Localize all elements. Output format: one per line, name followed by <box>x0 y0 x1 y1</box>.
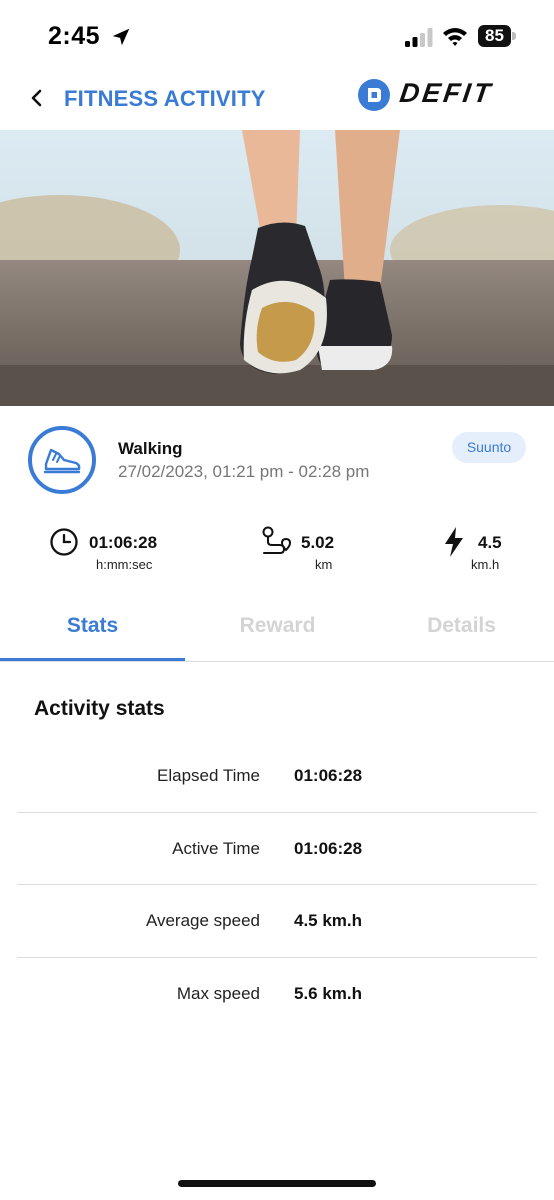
page-title: FITNESS ACTIVITY <box>64 86 266 111</box>
tab-stats[interactable]: Stats <box>0 614 185 638</box>
location-arrow-icon <box>112 28 130 46</box>
distance-value: 5.02 <box>301 533 335 552</box>
distance-unit: km <box>315 557 333 572</box>
stat-row-elapsed-time: Elapsed Time 01:06:28 <box>17 740 537 813</box>
battery-tip <box>512 32 516 40</box>
stat-row-active-time: Active Time 01:06:28 <box>17 813 537 885</box>
tab-bar: Stats Reward Details <box>0 600 554 662</box>
stat-value: 4.5 km.h <box>294 911 363 930</box>
tab-reward[interactable]: Reward <box>185 614 370 638</box>
cellular-signal-icon <box>405 28 433 47</box>
stat-row-average-speed: Average speed 4.5 km.h <box>17 885 537 958</box>
duration-unit: h:mm:sec <box>96 557 153 572</box>
route-icon <box>262 526 292 554</box>
chevron-left-icon[interactable] <box>26 86 48 110</box>
stat-value: 01:06:28 <box>294 766 363 785</box>
stat-label: Elapsed Time <box>157 766 260 785</box>
source-badge: Suunto <box>452 432 526 463</box>
stat-row-max-speed: Max speed 5.6 km.h <box>17 958 537 1031</box>
home-indicator[interactable] <box>178 1180 376 1187</box>
stats-table: Elapsed Time 01:06:28 Active Time 01:06:… <box>17 740 537 1030</box>
app-header: FITNESS ACTIVITY DEFIT <box>0 70 554 130</box>
stat-label: Average speed <box>145 911 260 930</box>
lightning-icon <box>445 527 463 557</box>
brand-name: DEFIT <box>397 78 496 108</box>
stat-value: 5.6 km.h <box>294 983 363 1003</box>
activity-type: Walking <box>118 439 183 458</box>
walking-shoes-photo <box>0 130 554 406</box>
battery-level: 85 <box>485 26 504 45</box>
status-time: 2:45 <box>48 22 101 50</box>
speed-value: 4.5 <box>478 533 502 552</box>
sneaker-icon <box>28 426 96 494</box>
battery-icon: 85 <box>478 25 516 47</box>
tab-details[interactable]: Details <box>369 614 554 638</box>
active-tab-indicator <box>0 658 185 661</box>
activity-datetime: 27/02/2023, 01:21 pm - 02:28 pm <box>118 462 370 481</box>
clock-icon <box>50 528 78 556</box>
stat-label: Max speed <box>176 983 260 1003</box>
status-bar: 2:45 85 <box>0 0 554 70</box>
section-title: Activity stats <box>34 697 165 720</box>
wifi-icon <box>443 28 467 46</box>
stat-value: 01:06:28 <box>294 838 363 858</box>
speed-unit: km.h <box>471 557 500 572</box>
stat-label: Active Time <box>172 838 260 858</box>
duration-value: 01:06:28 <box>89 533 158 552</box>
defit-logo-icon <box>358 79 390 111</box>
